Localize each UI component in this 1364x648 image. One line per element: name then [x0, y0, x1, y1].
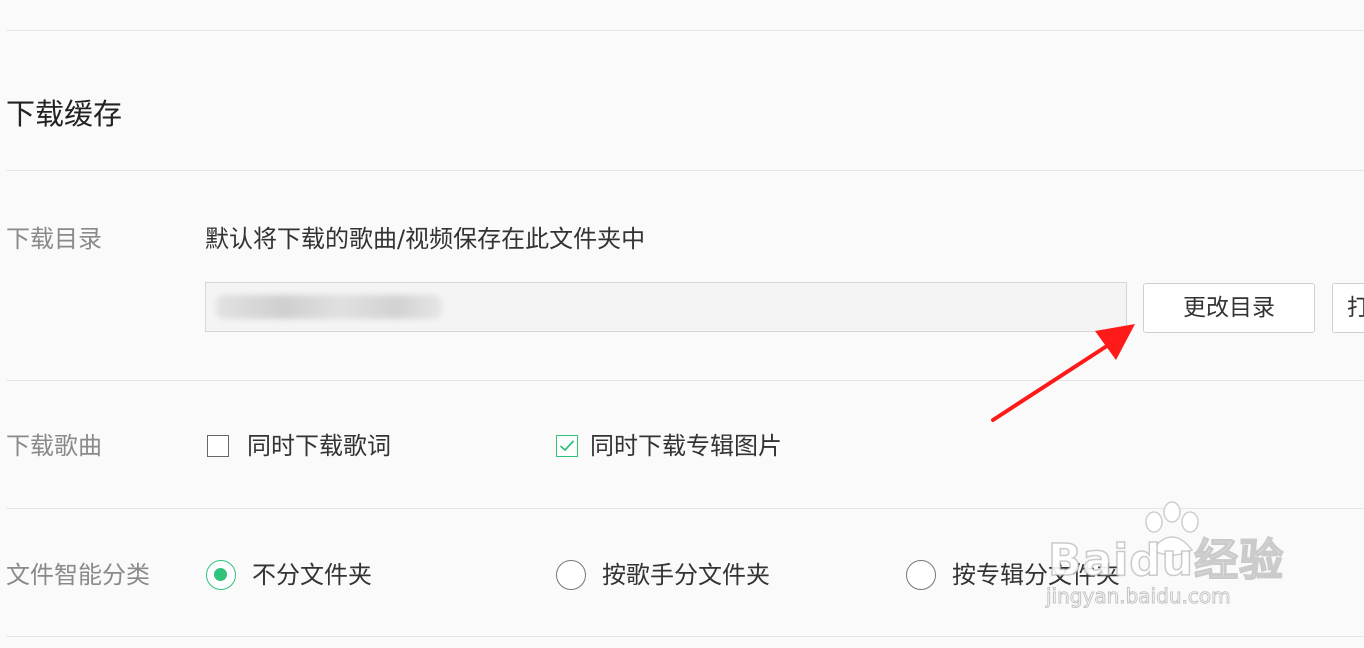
- download-song-label: 下载歌曲: [6, 432, 102, 460]
- by-album-radio[interactable]: [906, 560, 936, 590]
- paw-logo-icon: [1145, 501, 1199, 556]
- divider-song: [6, 508, 1364, 509]
- by-album-radio-label: 按专辑分文件夹: [952, 561, 1120, 589]
- by-artist-radio-label: 按歌手分文件夹: [602, 561, 770, 589]
- change-dir-button[interactable]: 更改目录: [1143, 283, 1315, 333]
- by-album-radio-option[interactable]: 按专辑分文件夹: [906, 558, 1120, 592]
- no-folder-radio-option[interactable]: 不分文件夹: [206, 558, 372, 592]
- check-icon: [560, 440, 574, 451]
- album-art-checkbox-label: 同时下载专辑图片: [590, 432, 782, 460]
- smart-classify-label: 文件智能分类: [6, 561, 150, 589]
- divider-section: [6, 170, 1364, 171]
- by-artist-radio-option[interactable]: 按歌手分文件夹: [556, 558, 770, 592]
- album-art-checkbox[interactable]: [556, 435, 578, 457]
- divider-dir: [6, 380, 1364, 381]
- radio-selected-dot: [214, 568, 227, 581]
- album-art-checkbox-option[interactable]: 同时下载专辑图片: [556, 429, 782, 463]
- divider-bottom: [6, 636, 1364, 637]
- no-folder-radio-label: 不分文件夹: [252, 561, 372, 589]
- lyrics-checkbox-option[interactable]: 同时下载歌词: [207, 429, 391, 463]
- section-title: 下载缓存: [6, 97, 123, 131]
- open-dir-button[interactable]: 打: [1332, 283, 1364, 333]
- red-arrow-icon: [991, 324, 1135, 422]
- no-folder-radio[interactable]: [206, 560, 236, 590]
- by-artist-radio[interactable]: [556, 560, 586, 590]
- divider-top: [6, 30, 1364, 31]
- blurred-path-text: [216, 295, 442, 319]
- settings-page: 下载缓存 下载目录 默认将下载的歌曲/视频保存在此文件夹中 更改目录 打 下载歌…: [0, 0, 1364, 648]
- lyrics-checkbox[interactable]: [207, 435, 229, 457]
- download-dir-label: 下载目录: [6, 225, 102, 253]
- lyrics-checkbox-label: 同时下载歌词: [247, 432, 391, 460]
- download-dir-description: 默认将下载的歌曲/视频保存在此文件夹中: [205, 225, 646, 253]
